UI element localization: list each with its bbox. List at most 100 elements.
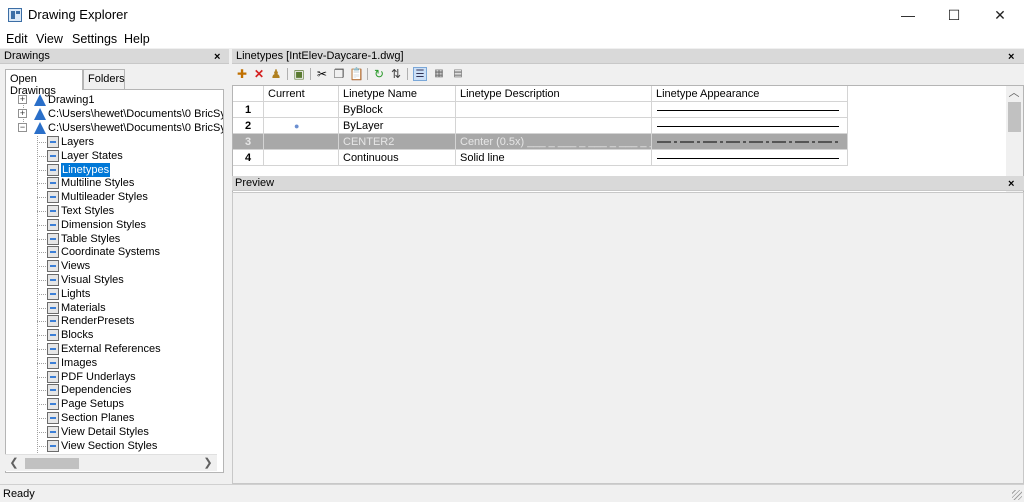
table-styles-icon bbox=[47, 232, 59, 245]
drawings-panel-header: Drawings bbox=[0, 49, 229, 64]
tree-label: Multiline Styles bbox=[61, 177, 135, 190]
title-bar: Drawing Explorer — ☐ ✕ bbox=[0, 0, 1024, 30]
linetype-appearance-cell[interactable] bbox=[652, 118, 848, 134]
linetype-appearance-cell[interactable] bbox=[652, 102, 848, 118]
coordinate-systems-icon bbox=[47, 246, 59, 259]
menu-view[interactable]: View bbox=[36, 32, 63, 46]
column-header-appearance[interactable]: Linetype Appearance bbox=[652, 86, 848, 102]
blocks-icon bbox=[47, 329, 59, 342]
menu-help[interactable]: Help bbox=[124, 32, 150, 46]
pdf-underlays-icon bbox=[47, 370, 59, 383]
maximize-button[interactable]: ☐ bbox=[931, 0, 977, 30]
tree-label: Dependencies bbox=[61, 384, 132, 397]
current-cell[interactable] bbox=[264, 102, 339, 118]
tree-label: Dimension Styles bbox=[61, 218, 146, 231]
tree-label: Text Styles bbox=[61, 205, 115, 217]
preview-panel-close-icon[interactable]: × bbox=[1008, 177, 1014, 191]
tree-label: Blocks bbox=[61, 329, 94, 342]
scrollbar-thumb[interactable] bbox=[1008, 102, 1021, 132]
row-number[interactable]: 3 bbox=[233, 134, 264, 150]
tab-open-drawings[interactable]: Open Drawings bbox=[5, 69, 83, 97]
drawing-icon bbox=[34, 108, 46, 120]
tree-view-icon[interactable]: ▤ bbox=[451, 67, 465, 81]
tree-label: External References bbox=[61, 343, 161, 355]
list-view-icon[interactable]: ▦ bbox=[432, 67, 446, 81]
column-header-description[interactable]: Linetype Description bbox=[456, 86, 652, 102]
tree-label: Images bbox=[61, 356, 98, 369]
dependencies-icon bbox=[47, 384, 59, 397]
tree-label: Layer States bbox=[61, 149, 123, 162]
linetype-appearance-cell[interactable] bbox=[652, 150, 848, 166]
tree-label: Views bbox=[61, 260, 91, 273]
resize-grip-icon[interactable] bbox=[1012, 490, 1022, 500]
linetype-description-cell[interactable]: Center (0.5x) ___ _ ___ _ ___ _ ___ _ __… bbox=[456, 134, 652, 150]
linetype-description-cell[interactable] bbox=[456, 118, 652, 134]
drawings-panel-close-icon[interactable]: × bbox=[214, 50, 220, 64]
set-current-icon[interactable]: ↻ bbox=[372, 67, 386, 81]
layer-states-icon bbox=[47, 149, 59, 162]
cut-icon[interactable]: ✂ bbox=[315, 67, 329, 81]
tree-label: Table Styles bbox=[61, 232, 121, 245]
renderpresets-icon bbox=[47, 315, 59, 328]
menu-settings[interactable]: Settings bbox=[72, 32, 117, 46]
linetype-name-cell[interactable]: CENTER2 bbox=[339, 134, 456, 150]
multileader-styles-icon bbox=[47, 191, 59, 204]
refresh-icon[interactable]: ⇅ bbox=[389, 67, 403, 81]
current-cell[interactable] bbox=[264, 134, 339, 150]
expand-icon[interactable]: + bbox=[18, 109, 27, 118]
linetypes-panel-close-icon[interactable]: × bbox=[1008, 50, 1014, 64]
row-number[interactable]: 2 bbox=[233, 118, 264, 134]
linetypes-panel: Linetypes [IntElev-Daycare-1.dwg] × ✚ ✕ … bbox=[232, 49, 1024, 484]
details-view-icon[interactable]: ☰ bbox=[413, 67, 427, 81]
linetype-preview bbox=[657, 110, 839, 111]
tree-horizontal-scrollbar[interactable]: ❮ ❯ bbox=[5, 454, 217, 471]
scroll-right-icon[interactable]: ❯ bbox=[201, 456, 215, 471]
linetype-name-cell[interactable]: ByBlock bbox=[339, 102, 456, 118]
close-button[interactable]: ✕ bbox=[977, 0, 1023, 30]
page-setups-icon bbox=[47, 398, 59, 411]
copy-icon[interactable]: ❐ bbox=[332, 67, 346, 81]
tree-label: Visual Styles bbox=[61, 274, 124, 286]
visual-styles-icon bbox=[47, 274, 59, 286]
linetype-description-cell[interactable] bbox=[456, 102, 652, 118]
delete-icon[interactable]: ✕ bbox=[252, 67, 266, 81]
linetypes-panel-header: Linetypes [IntElev-Daycare-1.dwg] bbox=[232, 49, 1024, 64]
preview-panel-title: Preview bbox=[235, 177, 275, 189]
app-icon bbox=[8, 8, 22, 22]
minimize-button[interactable]: — bbox=[885, 0, 931, 30]
scroll-left-icon[interactable]: ❮ bbox=[7, 456, 21, 471]
tab-folders[interactable]: Folders bbox=[83, 69, 125, 89]
menu-edit[interactable]: Edit bbox=[6, 32, 28, 46]
current-cell[interactable]: ● bbox=[264, 118, 339, 134]
paste-icon[interactable]: 📋 bbox=[349, 67, 364, 81]
tree-label: View Section Styles bbox=[61, 439, 158, 452]
section-planes-icon bbox=[47, 412, 59, 424]
preview-panel-header: Preview bbox=[232, 176, 1024, 191]
tree-label: Materials bbox=[61, 301, 106, 314]
scroll-up-icon[interactable]: ︿ bbox=[1007, 86, 1021, 101]
lights-icon bbox=[47, 287, 59, 300]
row-number[interactable]: 4 bbox=[233, 150, 264, 166]
collapse-icon[interactable]: − bbox=[18, 123, 27, 132]
linetype-appearance-cell[interactable] bbox=[652, 134, 848, 150]
column-header-name[interactable]: Linetype Name bbox=[339, 86, 456, 102]
tree-label: Lights bbox=[61, 287, 91, 300]
purge-icon[interactable]: ♟ bbox=[269, 67, 283, 81]
menu-bar: Edit View Settings Help bbox=[0, 30, 1024, 48]
linetype-name-cell[interactable]: ByLayer bbox=[339, 118, 456, 134]
new-icon[interactable]: ✚ bbox=[235, 67, 249, 81]
column-header-current[interactable]: Current bbox=[264, 86, 339, 102]
preview-area bbox=[232, 192, 1024, 484]
row-number[interactable]: 1 bbox=[233, 102, 264, 118]
linetypes-panel-title: Linetypes [IntElev-Daycare-1.dwg] bbox=[236, 50, 404, 62]
linetype-description-cell[interactable]: Solid line bbox=[456, 150, 652, 166]
current-cell[interactable] bbox=[264, 150, 339, 166]
scrollbar-thumb[interactable] bbox=[25, 458, 79, 469]
tree-label: C:\Users\hewet\Documents\0 BricSys\ bbox=[48, 122, 224, 134]
drawings-tree: + Drawing1 + C:\Users\hewet\Documents\0 … bbox=[5, 89, 224, 473]
linetype-name-cell[interactable]: Continuous bbox=[339, 150, 456, 166]
tree-label: C:\Users\hewet\Documents\0 BricSys\ bbox=[48, 108, 224, 120]
materials-icon bbox=[47, 301, 59, 314]
window-title: Drawing Explorer bbox=[28, 7, 128, 22]
load-icon[interactable]: ▣ bbox=[292, 67, 306, 81]
